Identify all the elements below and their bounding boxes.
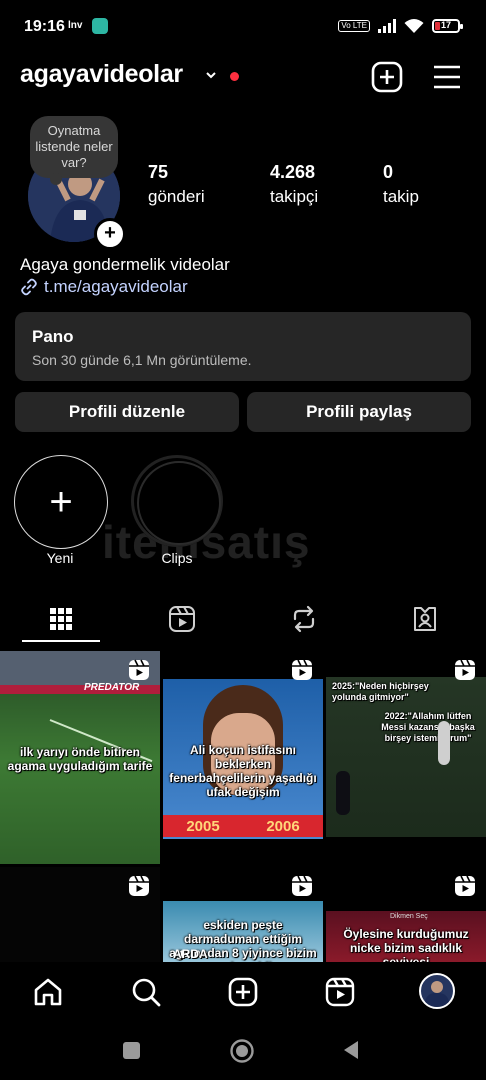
menu-icon[interactable] <box>430 60 464 94</box>
status-time: 19:16 <box>24 18 65 35</box>
profile-bio: Agaya gondermelik videolar <box>20 255 230 274</box>
create-post-icon[interactable] <box>370 60 404 94</box>
home-icon[interactable] <box>32 976 64 1008</box>
add-story-icon[interactable]: + <box>94 218 126 250</box>
plus-icon: + <box>49 479 73 524</box>
link-icon <box>21 278 37 296</box>
profile-link-text[interactable]: t.me/agayavideolar <box>44 277 188 297</box>
post-thumbnail[interactable]: eskiden peşte darmaduman ettiğim agamada… <box>163 867 323 962</box>
post-caption: Öylesine kurduğumuz nicke bizim sadıklık… <box>343 927 469 962</box>
note-bubble[interactable]: Oynatma listende neler var? <box>30 116 118 185</box>
year-left: 2005 <box>186 817 220 835</box>
stat-followers-value: 4.268 <box>270 162 316 182</box>
app-notification-icon <box>92 18 108 34</box>
system-navigation <box>0 1024 486 1080</box>
home-button[interactable] <box>229 1038 255 1064</box>
post-thumbnail[interactable]: PREDATOR ilk yarıyı önde bitiren agama u… <box>0 651 160 864</box>
stat-posts-value: 75 <box>148 162 169 182</box>
profile-tabs <box>0 595 486 645</box>
tab-reels[interactable] <box>121 595 242 643</box>
signal-icon <box>378 19 396 33</box>
battery-icon: 17 <box>432 19 463 33</box>
reel-icon <box>455 659 475 680</box>
chevron-down-icon[interactable] <box>206 70 216 80</box>
post-thumbnail[interactable]: Ali koçun istifasını beklerken fenerbahç… <box>163 651 323 864</box>
ad-banner-text: PREDATOR <box>84 682 140 693</box>
post-thumbnail[interactable]: 2025:"Neden hiçbirşey yolunda gitmiyor" … <box>326 651 486 864</box>
reels-icon <box>168 606 195 632</box>
dashboard-title: Pano <box>32 327 74 346</box>
stat-posts-label: gönderi <box>148 187 205 206</box>
stat-posts[interactable]: 75 gönderi <box>148 162 205 207</box>
post-thumbnail[interactable] <box>0 867 160 962</box>
post-tag: Dikmen Seç <box>390 913 428 920</box>
stat-following-value: 0 <box>383 162 394 182</box>
notification-dot <box>230 72 239 81</box>
year-right: 2006 <box>266 817 300 835</box>
repost-icon <box>293 605 314 633</box>
back-button[interactable] <box>342 1040 360 1060</box>
stat-followers-label: takipçi <box>270 187 319 206</box>
profile-nav-avatar[interactable] <box>419 973 455 1009</box>
dashboard-card[interactable]: Pano Son 30 günde 6,1 Mn görüntüleme. <box>15 312 471 381</box>
post-caption-mid: 2022:"Allahım lütfen Messi kazansın başk… <box>381 711 475 743</box>
recents-button[interactable] <box>123 1042 140 1059</box>
carrier-label: lnv <box>68 20 83 31</box>
post-caption: Ali koçun istifasını beklerken fenerbahç… <box>169 743 317 799</box>
new-highlight-button[interactable]: + <box>14 455 108 549</box>
reel-icon <box>455 875 475 896</box>
dashboard-subtitle: Son 30 günde 6,1 Mn görüntüleme. <box>32 352 252 368</box>
tab-grid[interactable] <box>0 595 121 643</box>
edit-profile-button[interactable]: Profili düzenle <box>15 392 239 432</box>
wifi-icon <box>404 19 424 33</box>
reels-nav-icon[interactable] <box>324 976 356 1008</box>
stat-following[interactable]: 0 takip <box>383 162 419 207</box>
grid-icon <box>49 608 72 630</box>
reel-icon <box>129 875 149 896</box>
create-icon[interactable] <box>227 976 259 1008</box>
post-thumbnail[interactable]: Dikmen Seç Öylesine kurduğumuz nicke biz… <box>326 867 486 962</box>
reel-icon <box>292 875 312 896</box>
profile-username[interactable]: agayavideolar <box>20 60 183 89</box>
stat-followers[interactable]: 4.268 takipçi <box>270 162 318 207</box>
post-caption-top: 2025:"Neden hiçbirşey yolunda gitmiyor" <box>332 681 429 702</box>
status-bar: 19:16 lnv Vo LTE 17 <box>0 0 486 56</box>
volte-icon: Vo LTE <box>338 20 370 32</box>
tab-reposts[interactable] <box>243 595 364 643</box>
post-caption: ilk yarıyı önde bitiren agama uyguladığı… <box>7 745 153 773</box>
share-profile-button[interactable]: Profili paylaş <box>247 392 471 432</box>
tab-tagged[interactable] <box>364 595 485 643</box>
highlight-label-new: Yeni <box>46 550 74 566</box>
battery-level: 17 <box>440 20 451 30</box>
note-text: Oynatma listende neler var? <box>35 123 113 170</box>
profile-link[interactable]: t.me/agayavideolar <box>20 277 188 297</box>
post-tag: ARDA <box>173 947 208 961</box>
active-tab-indicator <box>22 640 100 642</box>
reel-icon <box>129 659 149 680</box>
bottom-navigation <box>0 962 486 1024</box>
reel-icon <box>292 659 312 680</box>
stat-following-label: takip <box>383 187 419 206</box>
highlight-clips[interactable] <box>131 455 223 547</box>
search-icon[interactable] <box>130 976 162 1008</box>
highlight-label-clips: Clips <box>161 550 193 566</box>
tagged-icon <box>413 607 436 631</box>
